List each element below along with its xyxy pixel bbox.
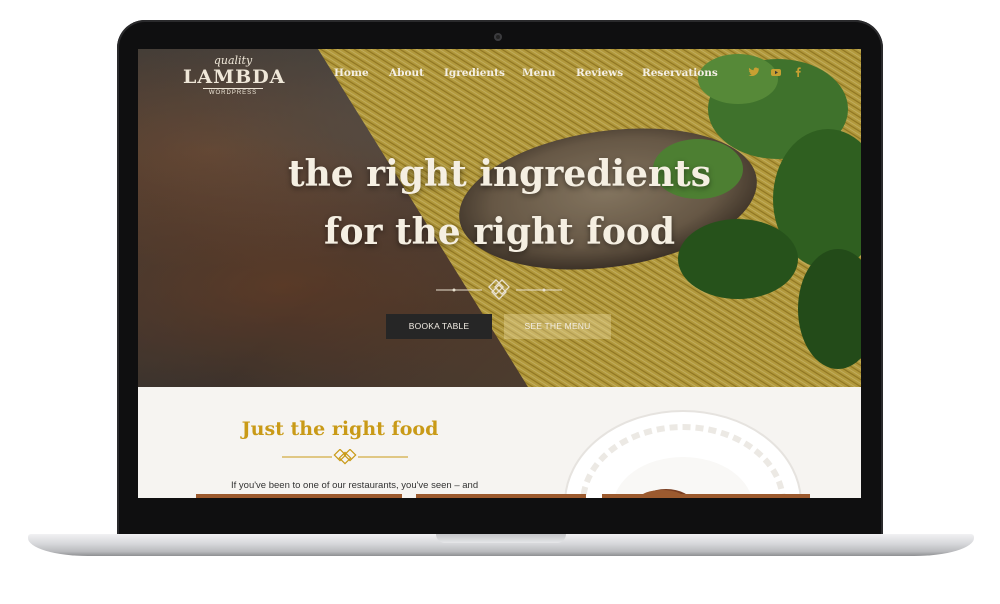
section-ornament-divider <box>282 449 408 465</box>
book-table-button[interactable]: BOOKA TABLE <box>386 314 492 339</box>
card-strip-middle <box>416 494 586 498</box>
card-strip-left <box>196 494 402 498</box>
section-intro-text: If you've been to one of our restaurants… <box>231 480 479 491</box>
hero-headline-line2: for the right food <box>323 211 676 253</box>
logo-wordmark: LAMBDA <box>183 66 286 88</box>
nav-about[interactable]: About <box>389 67 424 79</box>
nav-reviews[interactable]: Reviews <box>576 67 623 79</box>
about-food-section: Just the right food If you've been to on… <box>138 387 861 498</box>
card-strip-right <box>602 494 810 498</box>
facebook-icon[interactable] <box>792 66 804 78</box>
nav-home[interactable]: Home <box>334 67 369 79</box>
logo-subtitle: WORDPRESS <box>203 88 263 97</box>
section-title: Just the right food <box>241 418 439 440</box>
hero-headline: the right ingredients for the right food <box>138 145 861 261</box>
hero-section: quality LAMBDA WORDPRESS Home About Igre… <box>138 49 861 387</box>
steak-plate-photo <box>564 410 802 498</box>
nav-menu[interactable]: Menu <box>522 67 556 79</box>
camera-icon <box>494 33 502 41</box>
laptop-screen: quality LAMBDA WORDPRESS Home About Igre… <box>138 49 861 498</box>
see-menu-button[interactable]: SEE THE MENU <box>504 314 611 339</box>
hero-headline-line1: the right ingredients <box>287 153 712 195</box>
laptop-notch <box>436 534 566 543</box>
youtube-icon[interactable] <box>770 66 782 78</box>
nav-reservations[interactable]: Reservations <box>642 67 718 79</box>
site-logo[interactable]: quality LAMBDA WORDPRESS <box>183 55 286 101</box>
nav-ingredients[interactable]: Igredients <box>444 67 505 79</box>
ornament-divider <box>436 279 562 300</box>
twitter-icon[interactable] <box>748 66 760 78</box>
